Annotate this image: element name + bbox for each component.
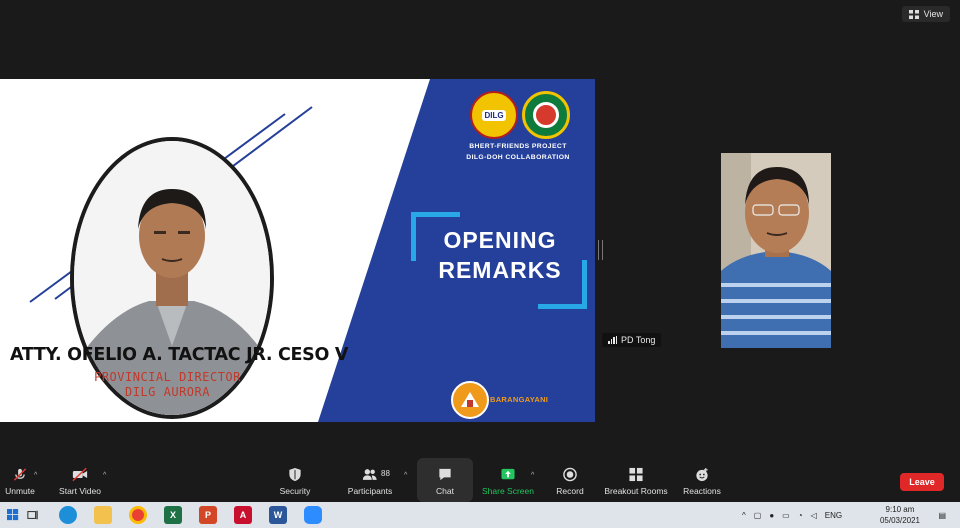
barangay-logo xyxy=(451,381,489,419)
chat-bubble-icon xyxy=(439,468,451,481)
project-subtitle: DILG-DOH COLLABORATION xyxy=(466,154,570,161)
share-screen-icon xyxy=(501,468,515,480)
audio-options-chevron-icon[interactable]: ^ xyxy=(34,472,37,479)
view-label: View xyxy=(923,9,943,19)
unmute-button[interactable]: Unmute xyxy=(0,458,40,502)
dilg-seal-logo: DILG xyxy=(470,91,518,139)
doh-seal-logo xyxy=(522,91,570,139)
participants-label: Participants xyxy=(347,486,393,496)
excel-icon[interactable]: X xyxy=(164,506,182,524)
clock-time: 9:10 am xyxy=(885,505,915,514)
network-icon[interactable]: ◔ xyxy=(798,511,803,520)
reactions-label: Reactions xyxy=(683,486,721,496)
record-label: Record xyxy=(556,486,584,496)
participant-video-tile[interactable] xyxy=(721,153,831,348)
signal-strength-icon xyxy=(608,336,617,344)
slide-title-line2: REMARKS xyxy=(438,257,562,283)
unmute-label: Unmute xyxy=(5,486,35,496)
zoom-icon[interactable] xyxy=(304,506,322,524)
breakout-rooms-icon xyxy=(629,467,643,482)
share-screen-label: Share Screen xyxy=(482,486,534,496)
participants-options-chevron-icon[interactable]: ^ xyxy=(404,472,407,479)
leave-button[interactable]: Leave xyxy=(900,473,944,491)
reactions-icon xyxy=(696,467,708,482)
security-label: Security xyxy=(279,486,311,496)
chrome-icon[interactable] xyxy=(129,506,147,524)
windows-icon[interactable] xyxy=(4,506,22,524)
meet-now-icon[interactable]: ▢ xyxy=(754,511,762,520)
share-screen-button[interactable]: Share Screen xyxy=(480,458,536,502)
system-tray: ^ ▢ ● ▭ ◔ ◁ ENG xyxy=(742,502,842,528)
taskbar-clock[interactable]: 9:10 am 05/03/2021 xyxy=(880,504,920,526)
project-title: BHERT-FRIENDS PROJECT xyxy=(469,143,567,150)
volume-icon[interactable]: ◁ xyxy=(811,511,817,520)
slide-title-line1: OPENING xyxy=(443,227,557,253)
grid-view-icon xyxy=(908,9,919,19)
breakout-rooms-button[interactable]: Breakout Rooms xyxy=(602,458,670,502)
participants-icon xyxy=(362,469,377,480)
participants-button[interactable]: Participants xyxy=(342,458,398,502)
powerpoint-icon[interactable]: P xyxy=(199,506,217,524)
video-options-chevron-icon[interactable]: ^ xyxy=(103,472,106,479)
breakout-rooms-label: Breakout Rooms xyxy=(604,486,668,496)
participant-name-tag: PD Tong xyxy=(602,333,662,347)
shared-screen-slide: ATTY. OFELIO A. TACTAC JR. CESO V PROVIN… xyxy=(0,79,595,422)
chat-label: Chat xyxy=(436,486,454,496)
split-view-handle[interactable] xyxy=(598,240,603,260)
battery-icon[interactable]: ▭ xyxy=(782,511,790,520)
view-button[interactable]: View xyxy=(901,6,950,22)
task-view-icon[interactable] xyxy=(24,506,42,524)
start-video-label: Start Video xyxy=(59,486,101,496)
microphone-muted-icon xyxy=(13,468,27,481)
reactions-button[interactable]: Reactions xyxy=(680,458,724,502)
video-camera-off-icon xyxy=(72,467,88,482)
file-explorer-icon[interactable] xyxy=(94,506,112,524)
participant-name: PD Tong xyxy=(621,335,656,345)
shield-icon xyxy=(289,467,301,482)
record-icon xyxy=(563,467,577,482)
microphone-icon[interactable]: ● xyxy=(769,511,774,520)
record-button[interactable]: Record xyxy=(548,458,592,502)
meeting-toolbar: Unmute ^ Start Video ^ Security Particip… xyxy=(0,458,960,502)
clock-date: 05/03/2021 xyxy=(879,516,920,525)
security-button[interactable]: Security xyxy=(274,458,316,502)
acrobat-icon[interactable]: A xyxy=(234,506,252,524)
speaker-office: DILG AURORA xyxy=(125,385,210,399)
word-icon[interactable]: W xyxy=(269,506,287,524)
barangay-wordmark: BARANGAYANI xyxy=(490,395,549,404)
windows-taskbar: X P A W ^ ▢ ● ▭ ◔ ◁ ENG 9:10 am 05/03/20… xyxy=(0,502,960,528)
participant-video xyxy=(721,153,831,348)
speaker-name: ATTY. OFELIO A. TACTAC JR. CESO V xyxy=(10,345,349,365)
notification-center-icon[interactable]: ▤ xyxy=(938,502,946,528)
share-options-chevron-icon[interactable]: ^ xyxy=(531,472,534,479)
participants-count: 88 xyxy=(381,469,390,478)
speaker-role: PROVINCIAL DIRECTOR xyxy=(94,370,241,384)
language-indicator[interactable]: ENG xyxy=(825,511,842,520)
show-hidden-icons-chevron-icon[interactable]: ^ xyxy=(742,511,746,520)
chat-button[interactable]: Chat xyxy=(417,458,473,502)
start-video-button[interactable]: Start Video xyxy=(52,458,108,502)
edge-icon[interactable] xyxy=(59,506,77,524)
